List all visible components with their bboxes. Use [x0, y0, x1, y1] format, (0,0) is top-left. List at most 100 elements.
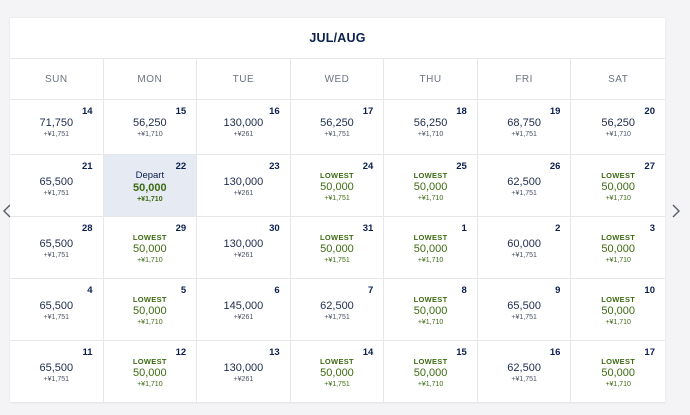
tax-fee: +¥1,710 — [417, 256, 444, 264]
lowest-badge: LOWEST — [320, 232, 354, 242]
day-number: 13 — [269, 347, 280, 358]
day-cell[interactable]: 7 62,500 +¥1,751 — [290, 279, 385, 341]
day-cell[interactable]: 9 65,500 +¥1,751 — [477, 279, 572, 341]
day-cell[interactable]: 12 LOWEST 50,000 +¥1,710 — [103, 341, 198, 403]
weekday-tue: TUE — [197, 59, 291, 99]
day-cell[interactable]: 16 130,000 +¥261 — [197, 100, 291, 155]
tax-fee: +¥1,751 — [511, 189, 537, 197]
tax-fee: +¥1,751 — [43, 313, 70, 321]
miles-price: 50,000 — [133, 242, 167, 255]
day-number: 3 — [649, 223, 655, 234]
month-title: JUL/AUG — [309, 31, 366, 45]
fare-calendar: JUL/AUG SUN MON TUE WED THU FRI SAT 14 71… — [10, 18, 665, 403]
day-cell[interactable]: 6 145,000 +¥261 — [197, 279, 291, 341]
day-number: 18 — [456, 106, 467, 117]
day-cell[interactable]: 8 LOWEST 50,000 +¥1,710 — [384, 279, 478, 341]
day-number: 16 — [549, 347, 561, 358]
day-cell[interactable]: 27 LOWEST 50,000 +¥1,710 — [571, 155, 665, 217]
day-cell[interactable]: 21 65,500 +¥1,751 — [10, 155, 104, 217]
day-cell[interactable]: 26 62,500 +¥1,751 — [477, 155, 572, 217]
lowest-badge: LOWEST — [320, 356, 354, 366]
tax-fee: +¥1,751 — [43, 251, 70, 259]
tax-fee: +¥1,710 — [417, 131, 444, 138]
day-cell[interactable]: 19 68,750 +¥1,751 — [477, 100, 572, 155]
day-cell[interactable]: 16 62,500 +¥1,751 — [477, 341, 572, 403]
day-number: 17 — [362, 106, 374, 117]
tax-fee: +¥1,710 — [417, 318, 444, 326]
lowest-badge: LOWEST — [601, 232, 636, 242]
miles-price: 62,500 — [507, 175, 541, 188]
tax-fee: +¥1,751 — [324, 194, 350, 202]
miles-price: 50,000 — [320, 242, 354, 255]
day-cell[interactable]: 29 LOWEST 50,000 +¥1,710 — [103, 217, 198, 279]
day-number: 8 — [461, 285, 467, 296]
depart-label: Depart — [135, 170, 165, 181]
day-number: 23 — [269, 161, 280, 172]
tax-fee: +¥1,751 — [511, 313, 537, 321]
miles-price: 50,000 — [413, 304, 448, 317]
miles-price: 56,250 — [413, 117, 448, 129]
tax-fee: +¥1,751 — [43, 189, 70, 197]
tax-fee: +¥1,710 — [137, 256, 163, 264]
day-cell[interactable]: 30 130,000 +¥261 — [197, 217, 291, 279]
day-cell-selected[interactable]: 22 Depart 50,000 +¥1,710 — [103, 155, 198, 217]
tax-fee: +¥1,751 — [43, 375, 70, 383]
day-cell[interactable]: 28 65,500 +¥1,751 — [10, 217, 104, 279]
day-cell[interactable]: 11 65,500 +¥1,751 — [10, 341, 104, 403]
day-cell[interactable]: 17 56,250 +¥1,751 — [290, 100, 385, 155]
day-cell[interactable]: 4 65,500 +¥1,751 — [10, 279, 104, 341]
day-number: 17 — [644, 347, 655, 358]
miles-price: 50,000 — [413, 180, 448, 193]
tax-fee: +¥1,710 — [417, 194, 444, 202]
lowest-badge: LOWEST — [601, 356, 636, 366]
day-number: 12 — [175, 347, 187, 358]
weekday-mon: MON — [104, 59, 198, 99]
miles-price: 56,250 — [133, 117, 167, 129]
day-cell[interactable]: 14 LOWEST 50,000 +¥1,751 — [290, 341, 385, 403]
tax-fee: +¥1,710 — [605, 131, 631, 138]
day-cell[interactable]: 23 130,000 +¥261 — [197, 155, 291, 217]
miles-price: 65,500 — [507, 299, 541, 312]
day-number: 10 — [644, 285, 655, 296]
day-number: 19 — [549, 106, 561, 117]
day-number: 14 — [81, 106, 93, 117]
day-cell[interactable]: 5 LOWEST 50,000 +¥1,710 — [103, 279, 198, 341]
day-cell[interactable]: 20 56,250 +¥1,710 — [571, 100, 665, 155]
day-cell[interactable]: 15 56,250 +¥1,710 — [103, 100, 198, 155]
miles-price: 50,000 — [133, 366, 167, 379]
day-cell[interactable]: 15 LOWEST 50,000 +¥1,710 — [384, 341, 478, 403]
day-number: 24 — [362, 161, 374, 172]
next-month-button[interactable] — [669, 201, 683, 221]
tax-fee: +¥1,710 — [605, 194, 631, 202]
day-cell[interactable]: 25 LOWEST 50,000 +¥1,710 — [384, 155, 478, 217]
day-number: 30 — [269, 223, 280, 234]
weekday-wed: WED — [291, 59, 385, 99]
weekday-fri: FRI — [478, 59, 572, 99]
day-number: 16 — [269, 106, 280, 117]
day-cell[interactable]: 10 LOWEST 50,000 +¥1,710 — [571, 279, 665, 341]
day-cell[interactable]: 24 LOWEST 50,000 +¥1,751 — [290, 155, 385, 217]
weekday-thu: THU — [384, 59, 478, 99]
lowest-badge: LOWEST — [320, 170, 354, 180]
tax-fee: +¥1,751 — [511, 131, 537, 138]
day-cell[interactable]: 1 LOWEST 50,000 +¥1,710 — [384, 217, 478, 279]
lowest-badge: LOWEST — [413, 232, 448, 242]
day-cell[interactable]: 13 130,000 +¥261 — [197, 341, 291, 403]
miles-price: 50,000 — [320, 366, 354, 379]
weekday-header-row: SUN MON TUE WED THU FRI SAT — [10, 59, 665, 100]
day-cell[interactable]: 18 56,250 +¥1,710 — [384, 100, 478, 155]
day-cell[interactable]: 3 LOWEST 50,000 +¥1,710 — [571, 217, 665, 279]
tax-fee: +¥1,710 — [417, 380, 444, 388]
day-cell[interactable]: 17 LOWEST 50,000 +¥1,710 — [571, 341, 665, 403]
tax-fee: +¥1,710 — [605, 380, 631, 388]
tax-fee: +¥1,710 — [137, 196, 163, 203]
calendar-header: JUL/AUG — [10, 18, 665, 59]
day-cell[interactable]: 31 LOWEST 50,000 +¥1,751 — [290, 217, 385, 279]
day-number: 21 — [81, 161, 93, 172]
day-number: 28 — [81, 223, 93, 234]
day-cell[interactable]: 2 60,000 +¥1,751 — [477, 217, 572, 279]
miles-price: 50,000 — [601, 180, 636, 193]
lowest-badge: LOWEST — [601, 294, 636, 304]
day-cell[interactable]: 14 71,750 +¥1,751 — [10, 100, 104, 155]
tax-fee: +¥1,751 — [324, 131, 350, 138]
